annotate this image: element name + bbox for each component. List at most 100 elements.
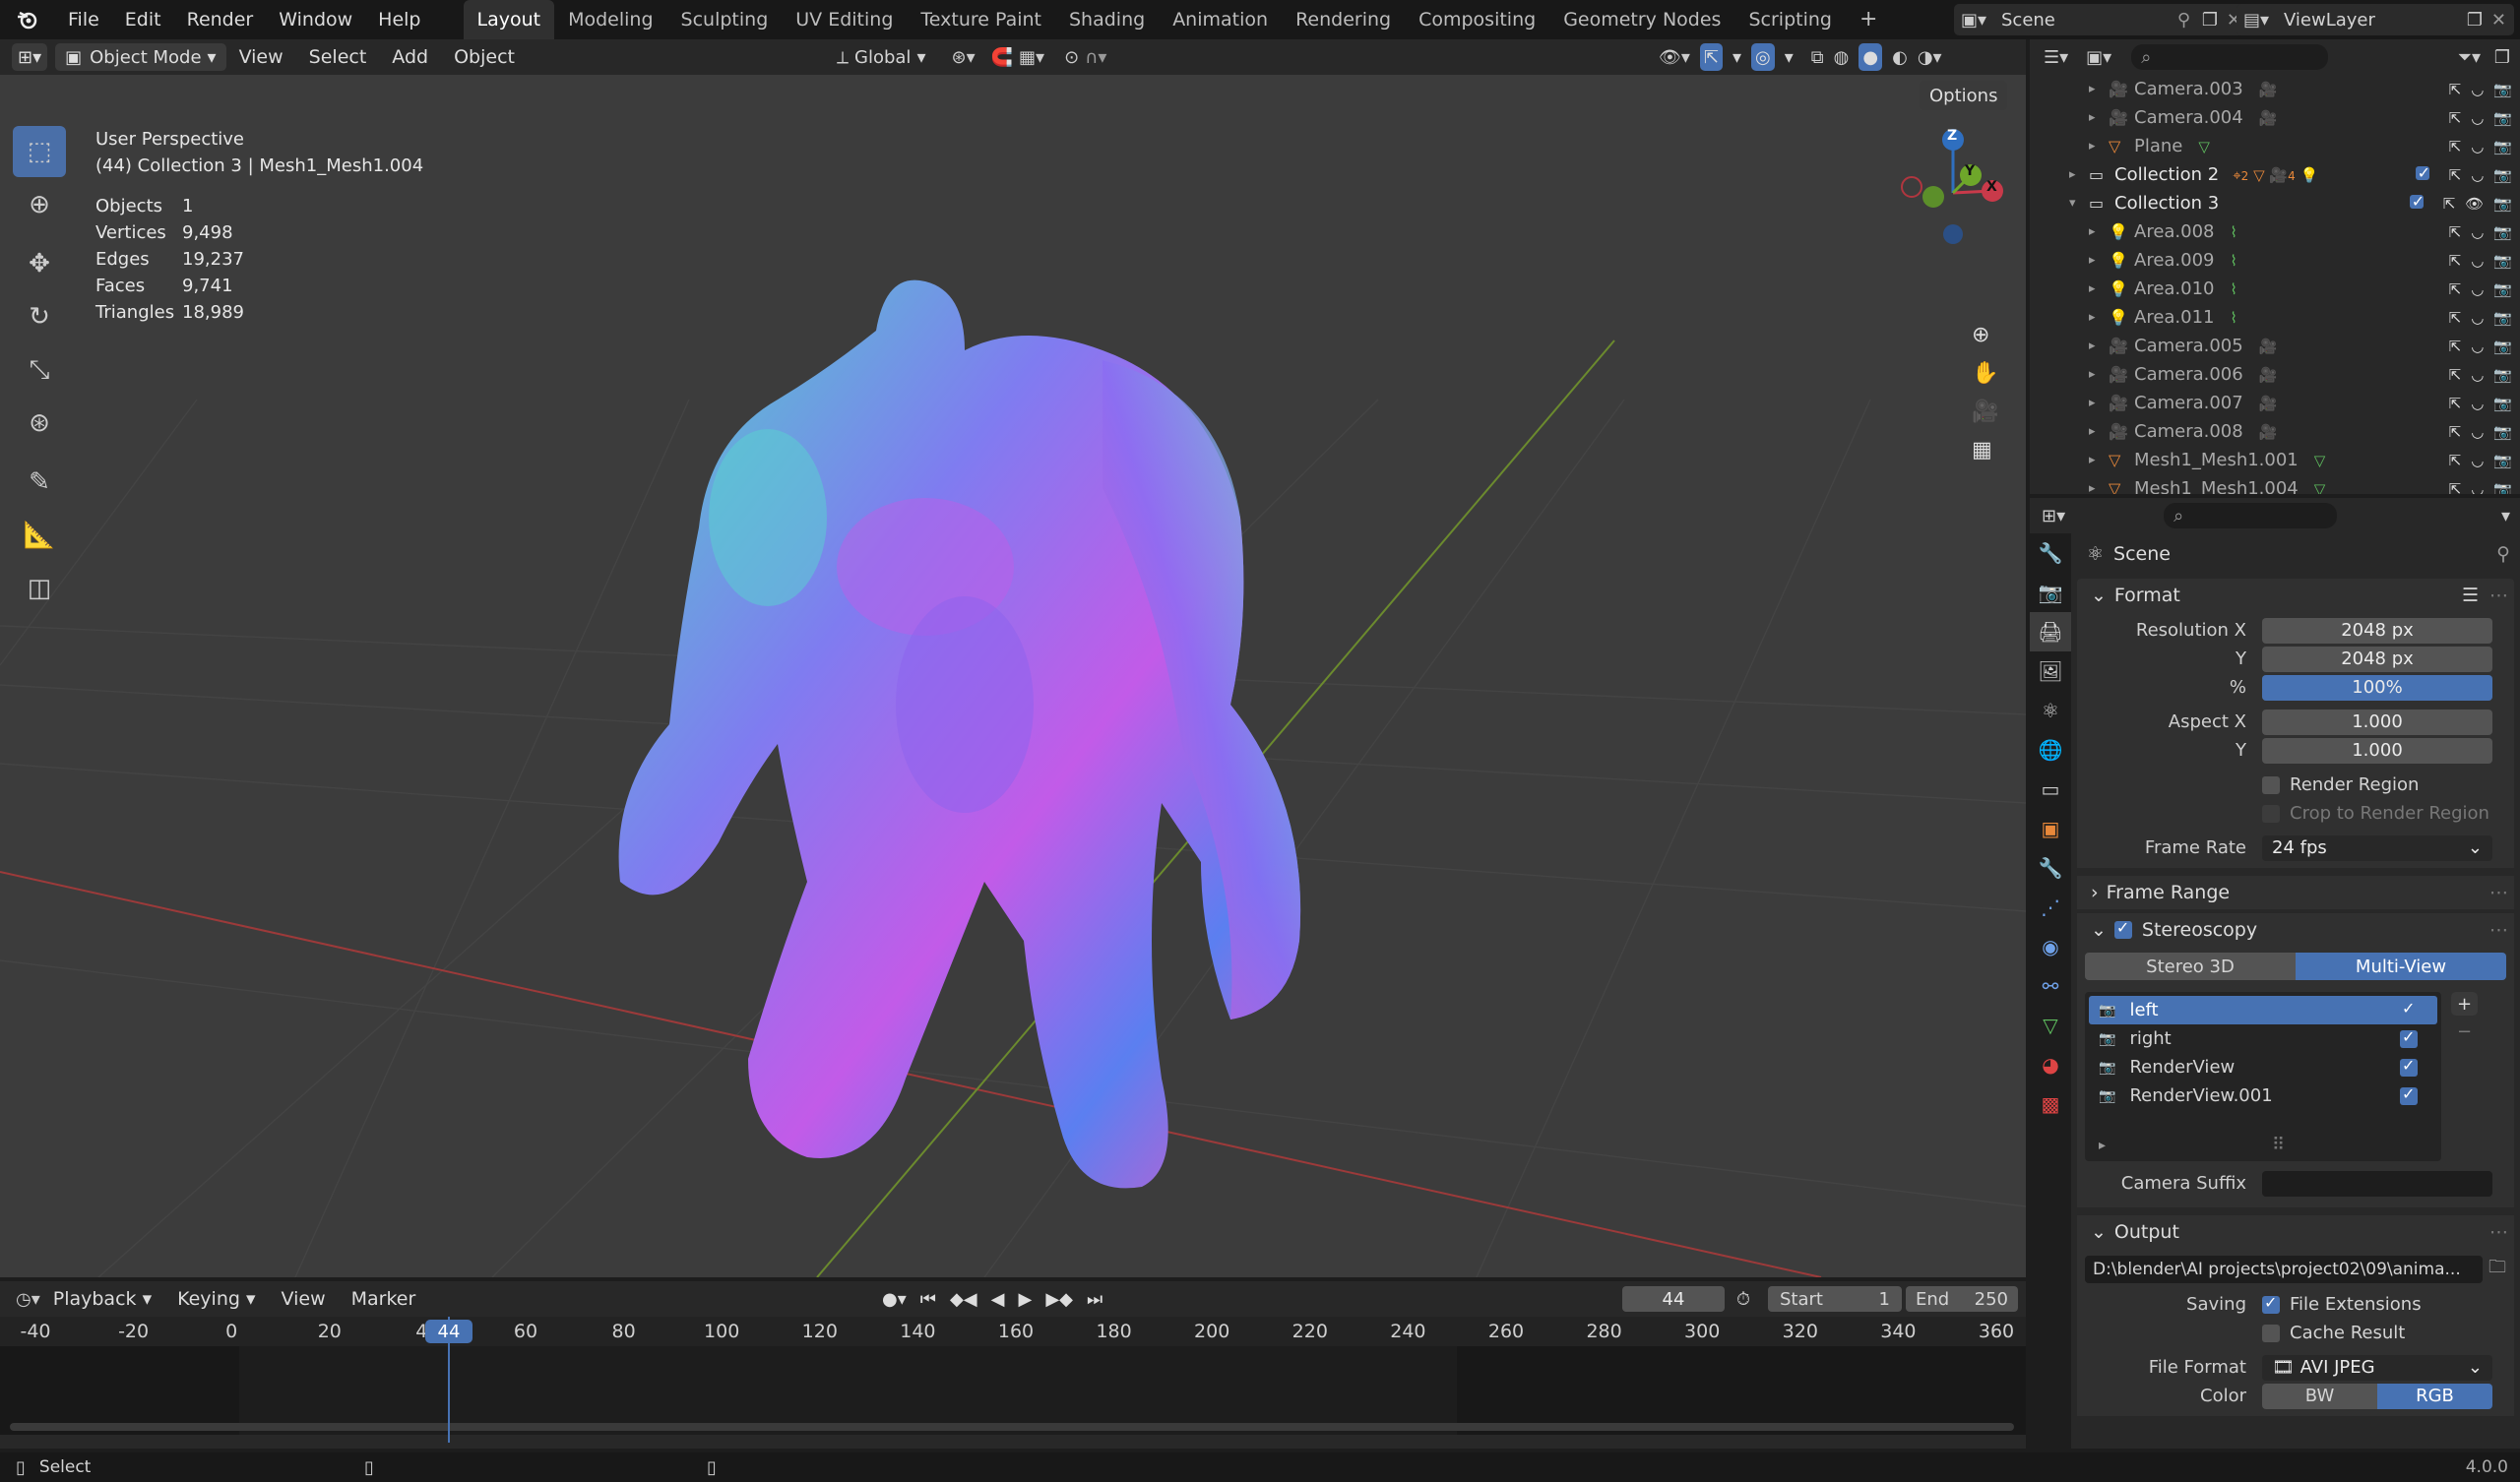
- render-toggle-icon[interactable]: 📷: [2493, 423, 2512, 441]
- chevron-right-icon[interactable]: ▸: [2089, 310, 2109, 325]
- menu-help[interactable]: Help: [365, 0, 433, 39]
- timeline-scrollbar[interactable]: [10, 1423, 2014, 1431]
- editor-type-icon[interactable]: ⊞▾: [2042, 506, 2065, 526]
- stopwatch-icon[interactable]: ⏱: [1736, 1289, 1750, 1310]
- pin-icon[interactable]: ⚲: [2177, 10, 2190, 31]
- aspect-x-field[interactable]: 1.000: [2262, 709, 2492, 735]
- outliner-item[interactable]: ▸ 💡 Area.009 ⌇ ⇱ ◡ 📷: [2030, 246, 2520, 275]
- visibility-icon[interactable]: ◡: [2471, 423, 2484, 441]
- menu-file[interactable]: File: [55, 0, 112, 39]
- outliner-item[interactable]: ▾▭ Collection 3 ⇱ 👁 📷: [2030, 189, 2520, 217]
- bw-button[interactable]: BW: [2262, 1383, 2377, 1409]
- scene-selector[interactable]: ▣▾ Scene ⚲ ❐ ✕: [1954, 4, 2249, 35]
- aspect-y-field[interactable]: 1.000: [2262, 737, 2492, 764]
- orientation-dropdown[interactable]: Global: [854, 47, 911, 68]
- outliner-search-input[interactable]: ⌕: [2131, 44, 2329, 70]
- crop-checkbox[interactable]: [2262, 804, 2280, 823]
- select-toggle-icon[interactable]: ⇱: [2449, 395, 2462, 412]
- end-frame-field[interactable]: End 250: [1906, 1286, 2018, 1312]
- select-box-tool-icon[interactable]: ⬚: [13, 126, 66, 177]
- folder-icon[interactable]: 🗀: [2488, 1255, 2506, 1284]
- drag-handle-icon[interactable]: ⋯: [2489, 585, 2508, 606]
- select-toggle-icon[interactable]: ⇱: [2449, 366, 2462, 384]
- drag-handle-icon[interactable]: ⋯: [2489, 1221, 2508, 1243]
- camera-view-icon[interactable]: 🎥: [1972, 400, 1998, 424]
- file-extensions-checkbox[interactable]: [2262, 1293, 2280, 1314]
- render-toggle-icon[interactable]: 📷: [2493, 480, 2512, 495]
- menu-keying[interactable]: Keying ▾: [164, 1279, 268, 1319]
- zoom-icon[interactable]: ⊕: [1972, 323, 1998, 347]
- tool-tab-icon[interactable]: 🔧: [2030, 533, 2071, 573]
- workspace-tab-shading[interactable]: Shading: [1055, 0, 1159, 39]
- select-toggle-icon[interactable]: ⇱: [2449, 223, 2462, 241]
- chevron-right-icon[interactable]: ▸: [2089, 253, 2109, 268]
- chevron-right-icon[interactable]: ▸: [2089, 224, 2109, 239]
- exclude-checkbox[interactable]: [2409, 192, 2425, 211]
- workspace-tab-rendering[interactable]: Rendering: [1282, 0, 1405, 39]
- menu-edit[interactable]: Edit: [112, 0, 174, 39]
- resolution-percent-slider[interactable]: 100%: [2262, 674, 2492, 701]
- visibility-icon[interactable]: ◡: [2471, 166, 2484, 184]
- expand-icon[interactable]: ▸: [2099, 1138, 2106, 1153]
- close-icon[interactable]: ✕: [2491, 10, 2506, 31]
- physics-tab-icon[interactable]: ◉: [2030, 927, 2071, 966]
- mode-dropdown[interactable]: ▣ Object Mode ▾: [55, 43, 226, 71]
- render-toggle-icon[interactable]: 📷: [2493, 223, 2512, 241]
- render-toggle-icon[interactable]: 📷: [2493, 309, 2512, 327]
- move-tool-icon[interactable]: ✥: [13, 238, 66, 289]
- outliner-item[interactable]: ▸ 🎥 Camera.004 🎥 ⇱ ◡ 📷: [2030, 103, 2520, 132]
- pin-icon[interactable]: ⚲: [2496, 543, 2510, 565]
- visibility-icon[interactable]: ◡: [2471, 138, 2484, 155]
- filter-icon[interactable]: ⏷▾: [2458, 47, 2481, 68]
- chevron-down-icon[interactable]: ▾: [2501, 506, 2510, 526]
- menu-view[interactable]: View: [269, 1279, 339, 1319]
- visibility-icon[interactable]: ◡: [2471, 280, 2484, 298]
- resize-grip-icon[interactable]: ⠿: [2272, 1135, 2285, 1155]
- render-toggle-icon[interactable]: 📷: [2493, 338, 2512, 355]
- outliner-item[interactable]: ▸ ▽ Mesh1_Mesh1.001 ▽ ⇱ ◡ 📷: [2030, 446, 2520, 474]
- select-toggle-icon[interactable]: ⇱: [2449, 138, 2462, 155]
- chevron-right-icon[interactable]: ▸: [2089, 396, 2109, 410]
- resolution-y-field[interactable]: 2048 px: [2262, 646, 2492, 672]
- view-layer-tab-icon[interactable]: 🖼: [2030, 651, 2071, 691]
- visibility-icon[interactable]: ◡: [2471, 338, 2484, 355]
- select-toggle-icon[interactable]: ⇱: [2449, 338, 2462, 355]
- pan-hand-icon[interactable]: ✋: [1972, 361, 1998, 386]
- new-collection-icon[interactable]: ❐: [2494, 47, 2510, 68]
- menu-window[interactable]: Window: [266, 0, 365, 39]
- outliner-item[interactable]: ▸ 🎥 Camera.008 🎥 ⇱ ◡ 📷: [2030, 417, 2520, 446]
- menu-view[interactable]: View: [226, 37, 296, 77]
- gizmo-toggle-icon[interactable]: ⇱: [1699, 43, 1723, 71]
- format-panel-header[interactable]: ⌄ Format ☰ ⋯: [2077, 579, 2514, 612]
- chevron-right-icon[interactable]: ▸: [2069, 167, 2089, 182]
- measure-tool-icon[interactable]: 📐: [13, 510, 66, 561]
- modifier-tab-icon[interactable]: 🔧: [2030, 848, 2071, 888]
- menu-render[interactable]: Render: [174, 0, 267, 39]
- chevron-right-icon[interactable]: ▸: [2089, 339, 2109, 353]
- render-toggle-icon[interactable]: 📷: [2493, 138, 2512, 155]
- pivot-icon[interactable]: ⊛▾: [951, 47, 975, 68]
- options-dropdown[interactable]: Options: [1920, 81, 2008, 110]
- visibility-icon[interactable]: ◡: [2471, 223, 2484, 241]
- add-cube-tool-icon[interactable]: ◫: [13, 563, 66, 614]
- blender-logo-icon[interactable]: [0, 0, 55, 39]
- rendered-shading-icon[interactable]: ◑▾: [1918, 47, 1942, 68]
- workspace-tab-sculpting[interactable]: Sculpting: [667, 0, 783, 39]
- editor-type-icon[interactable]: ☰▾: [2044, 47, 2068, 68]
- view-list-item[interactable]: 📷 right: [2089, 1024, 2437, 1053]
- jump-end-icon[interactable]: ⏭: [1087, 1289, 1102, 1310]
- jump-start-icon[interactable]: ⏮: [920, 1289, 936, 1310]
- workspace-tab-animation[interactable]: Animation: [1159, 0, 1282, 39]
- render-toggle-icon[interactable]: 📷: [2493, 81, 2512, 98]
- file-format-dropdown[interactable]: 🎞 AVI JPEG ⌄: [2262, 1354, 2492, 1381]
- visibility-icon[interactable]: 👁▾: [1659, 47, 1690, 68]
- view-layer-selector[interactable]: ▤▾ ViewLayer ❐ ✕: [2236, 4, 2514, 35]
- drag-handle-icon[interactable]: ⋯: [2489, 919, 2508, 941]
- proportional-edit-icon[interactable]: ⊙: [1064, 47, 1079, 68]
- select-toggle-icon[interactable]: ⇱: [2443, 195, 2456, 213]
- outliner-item[interactable]: ▸ ▽ Mesh1_Mesh1.004 ▽ ⇱ ◡ 📷: [2030, 474, 2520, 494]
- presets-icon[interactable]: ☰: [2462, 585, 2479, 606]
- chevron-right-icon[interactable]: ▸: [2089, 110, 2109, 125]
- view-list-item[interactable]: 📷 RenderView.001: [2089, 1081, 2437, 1110]
- view-list-item[interactable]: 📷 RenderView: [2089, 1053, 2437, 1081]
